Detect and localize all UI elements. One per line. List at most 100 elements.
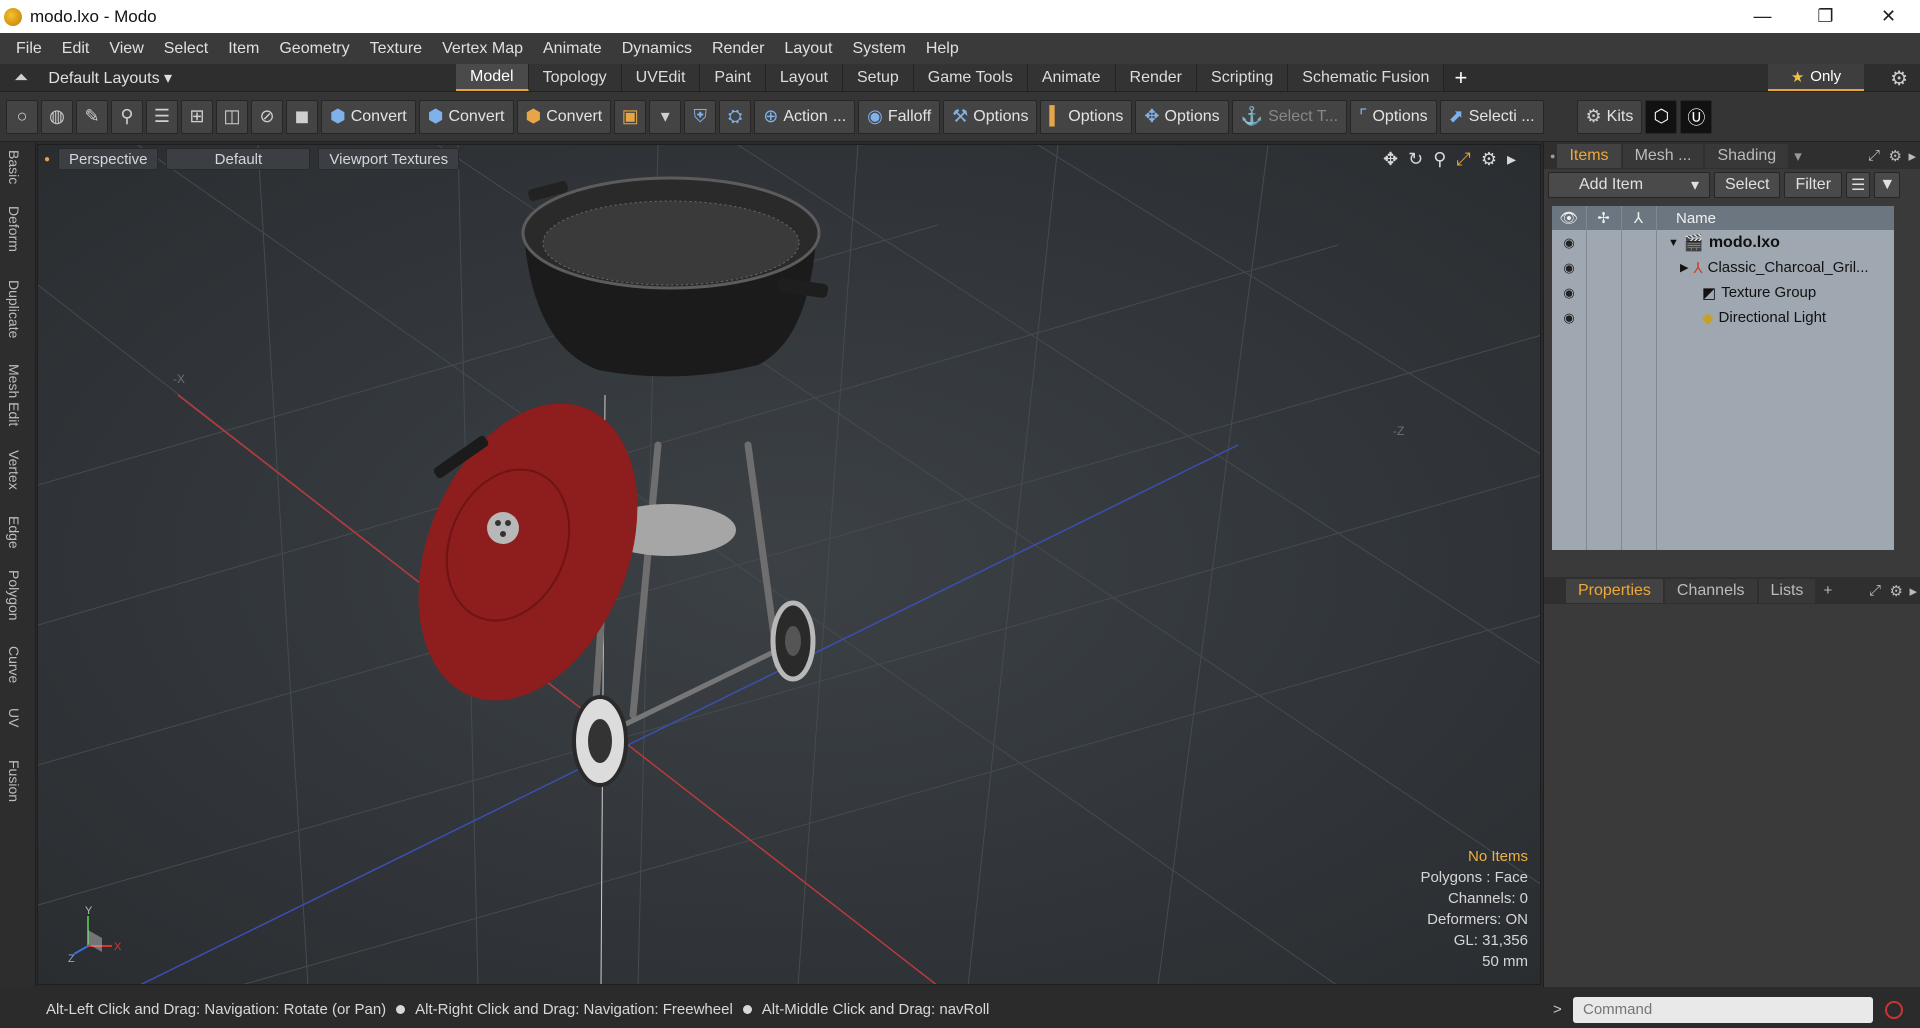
menu-item[interactable]: Item <box>218 40 269 58</box>
tab-schematic-fusion[interactable]: Schematic Fusion <box>1288 64 1445 91</box>
tab-topology[interactable]: Topology <box>528 64 622 91</box>
cube-icon[interactable]: ◼ <box>286 99 318 134</box>
command-record-icon[interactable] <box>1885 1000 1903 1019</box>
menu-edit[interactable]: Edit <box>52 40 100 58</box>
left-tab-basic[interactable]: Basic <box>6 150 22 184</box>
funnel-icon[interactable]: ▼ <box>1874 172 1901 198</box>
crosshair-icon[interactable]: ⊞ <box>181 99 213 134</box>
collapse-up-icon[interactable]: ⏶ <box>14 67 28 88</box>
left-tab-polygon[interactable]: Polygon <box>6 570 22 621</box>
viewport-textures-dropdown[interactable]: Viewport Textures <box>318 148 460 170</box>
square-ring-icon[interactable]: ◫ <box>216 99 248 134</box>
expand-triangle-icon[interactable]: ▼ <box>1668 237 1679 249</box>
pan-icon[interactable]: ✥ <box>1383 149 1398 170</box>
visibility-eye-icon[interactable]: ◉ <box>1552 235 1586 251</box>
tab-shading[interactable]: Shading <box>1705 143 1789 168</box>
menu-system[interactable]: System <box>842 40 915 58</box>
panel-arrow-icon[interactable]: ▸ <box>1909 582 1917 600</box>
select-through-button[interactable]: ⚓ Select T... <box>1231 99 1348 134</box>
stack-icon[interactable]: ☰ <box>146 99 178 134</box>
filter-button[interactable]: Filter <box>1784 172 1843 198</box>
list-options-icon[interactable]: ☰ <box>1846 172 1871 198</box>
add-tab-icon[interactable]: + <box>1823 582 1832 599</box>
add-item-button[interactable]: Add Item ▾ <box>1548 172 1710 198</box>
tab-lists[interactable]: Lists <box>1758 578 1816 603</box>
tab-model[interactable]: Model <box>456 64 529 91</box>
visibility-eye-icon[interactable]: ◉ <box>1552 285 1586 301</box>
tab-game-tools[interactable]: Game Tools <box>913 64 1028 91</box>
3d-viewport[interactable]: -X -Z ● Perspective Default Viewport Tex… <box>37 144 1541 985</box>
tab-scripting[interactable]: Scripting <box>1197 64 1289 91</box>
menu-help[interactable]: Help <box>916 40 969 58</box>
viewport-settings-icon[interactable]: ⚙ <box>1481 149 1497 170</box>
maximize-button[interactable]: ❐ <box>1794 0 1857 33</box>
menu-layout[interactable]: Layout <box>774 40 842 58</box>
unity-icon[interactable]: ⬡ <box>1645 99 1678 134</box>
name-column-header[interactable]: Name <box>1676 210 1716 227</box>
menu-render[interactable]: Render <box>702 40 774 58</box>
shield-gear-icon[interactable]: ⛭ <box>719 99 752 134</box>
vertex-select-icon[interactable]: ○ <box>6 99 38 134</box>
item-row-texture-group[interactable]: ◉ ◩ Texture Group <box>1552 280 1894 305</box>
tab-properties[interactable]: Properties <box>1566 578 1663 603</box>
select-button[interactable]: Select <box>1714 172 1781 198</box>
visibility-eye-icon[interactable]: ◉ <box>1552 260 1586 276</box>
convert-button-2[interactable]: ⬢ Convert <box>418 99 514 134</box>
panel-gear-icon[interactable]: ⚙ <box>1889 147 1902 165</box>
tab-menu-chevron-icon[interactable]: ▾ <box>1794 147 1802 165</box>
left-tab-edge[interactable]: Edge <box>6 516 22 549</box>
menu-dynamics[interactable]: Dynamics <box>612 40 702 58</box>
tab-animate[interactable]: Animate <box>1027 64 1116 91</box>
options-button-3[interactable]: ✥ Options <box>1135 99 1229 134</box>
kits-button[interactable]: ⚙ Kits <box>1576 99 1643 134</box>
selection-button[interactable]: ⬈ Selecti ... <box>1439 99 1544 134</box>
tab-uvedit[interactable]: UVEdit <box>621 64 701 91</box>
menu-view[interactable]: View <box>99 40 153 58</box>
tab-setup[interactable]: Setup <box>842 64 914 91</box>
left-tab-mesh-edit[interactable]: Mesh Edit <box>6 364 22 426</box>
left-tab-curve[interactable]: Curve <box>6 646 22 683</box>
item-row-mesh[interactable]: ◉ ▶ ⅄ Classic_Charcoal_Gril... <box>1552 255 1894 280</box>
left-tab-fusion[interactable]: Fusion <box>6 760 22 802</box>
menu-select[interactable]: Select <box>154 40 218 58</box>
visibility-column-icon[interactable]: 👁 <box>1552 209 1586 227</box>
convert-button-1[interactable]: ⬢ Convert <box>321 99 416 134</box>
tab-paint[interactable]: Paint <box>700 64 766 91</box>
gear-icon[interactable]: ⚙ <box>1890 66 1908 91</box>
menu-vertex-map[interactable]: Vertex Map <box>432 40 533 58</box>
menu-texture[interactable]: Texture <box>360 40 432 58</box>
close-button[interactable]: ✕ <box>1857 0 1920 33</box>
tab-mesh[interactable]: Mesh ... <box>1622 143 1704 168</box>
tab-layout[interactable]: Layout <box>765 64 843 91</box>
only-toggle[interactable]: ★ Only <box>1768 64 1864 91</box>
menu-file[interactable]: File <box>6 40 52 58</box>
add-tab-icon[interactable]: + <box>1454 64 1467 91</box>
panel-expand-icon[interactable]: ⤢ <box>1869 582 1881 599</box>
primitive-cube-icon[interactable]: ▣ <box>614 99 647 134</box>
convert-button-3[interactable]: ⬢ Convert <box>516 99 612 134</box>
unreal-icon[interactable]: Ⓤ <box>1680 99 1713 134</box>
dropdown-arrow-icon[interactable]: ▾ <box>649 99 682 134</box>
default-layouts-dropdown[interactable]: Default Layouts ▾ <box>48 68 172 88</box>
command-input[interactable] <box>1573 996 1873 1023</box>
lock-column-icon[interactable]: ✢ <box>1586 209 1621 227</box>
expand-arrow-icon[interactable]: ▸ <box>1507 149 1516 170</box>
expand-triangle-icon[interactable]: ▶ <box>1680 261 1688 274</box>
locator-column-icon[interactable]: ⅄ <box>1621 209 1656 227</box>
rotate-icon[interactable]: ↻ <box>1408 149 1423 170</box>
left-tab-uv[interactable]: UV <box>6 708 22 727</box>
perspective-dropdown[interactable]: Perspective <box>58 148 159 170</box>
brush-icon[interactable]: ⚲ <box>111 99 143 134</box>
options-button-1[interactable]: ⚒ Options <box>943 99 1038 134</box>
pen-icon[interactable]: ✎ <box>76 99 108 134</box>
options-button-2[interactable]: ▍ Options <box>1040 99 1133 134</box>
left-tab-vertex[interactable]: Vertex <box>6 450 22 490</box>
sphere-icon[interactable]: ◍ <box>41 99 73 134</box>
panel-gear-icon[interactable]: ⚙ <box>1890 582 1903 600</box>
tab-render[interactable]: Render <box>1115 64 1198 91</box>
tab-channels[interactable]: Channels <box>1664 578 1757 603</box>
shading-style-dropdown[interactable]: Default <box>166 148 311 170</box>
falloff-button[interactable]: ◉ Falloff <box>858 99 941 134</box>
panel-expand-icon[interactable]: ⤢ <box>1868 147 1880 164</box>
tab-items[interactable]: Items <box>1557 143 1621 168</box>
